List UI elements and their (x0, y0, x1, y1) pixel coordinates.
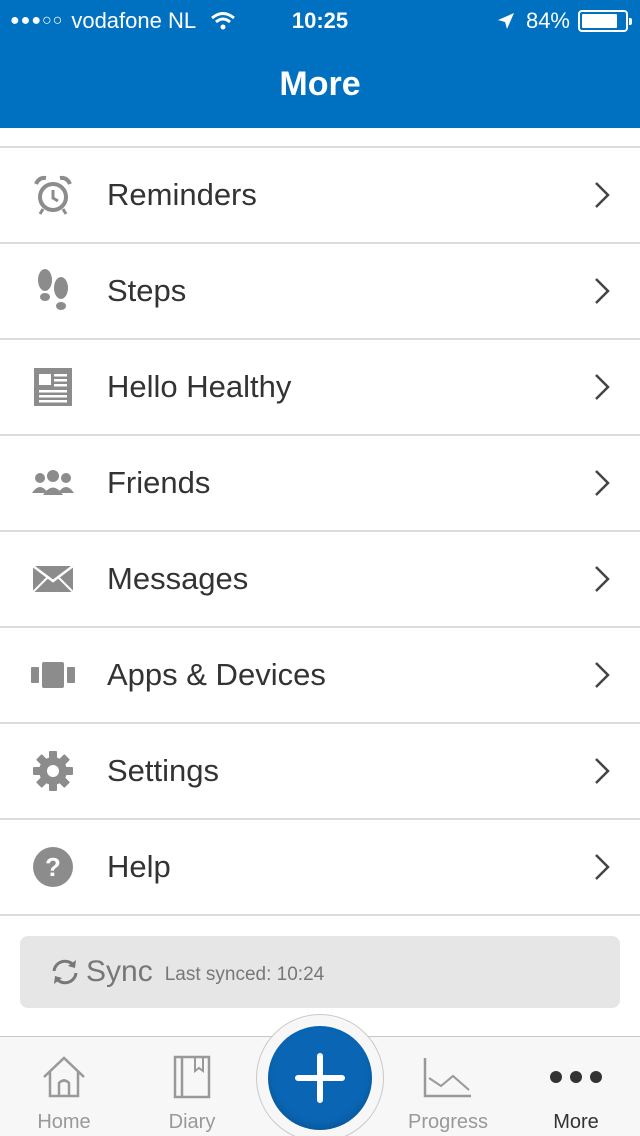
battery-icon (578, 10, 632, 32)
chevron-right-icon (595, 566, 610, 592)
gear-icon (30, 750, 76, 792)
tab-label: Diary (168, 1111, 216, 1133)
alarm-clock-icon (30, 174, 76, 216)
status-right: 84% (496, 8, 632, 34)
progress-chart-icon (384, 1053, 512, 1101)
newspaper-icon (30, 366, 76, 408)
tab-diary[interactable]: Diary (128, 1037, 256, 1136)
menu-item-settings[interactable]: Settings (0, 724, 640, 820)
more-dots-icon (512, 1053, 640, 1101)
menu-item-label: Apps & Devices (107, 657, 326, 692)
chevron-right-icon (595, 374, 610, 400)
chevron-right-icon (595, 182, 610, 208)
tab-label: More (553, 1111, 599, 1133)
last-synced-text: Last synced: 10:24 (164, 964, 325, 985)
footprints-icon (30, 269, 76, 312)
devices-icon (30, 654, 76, 696)
tab-home[interactable]: Home (0, 1037, 128, 1136)
tab-label: Progress (407, 1111, 489, 1133)
friends-icon (30, 462, 76, 504)
page-title: More (0, 40, 640, 128)
menu-item-help[interactable]: ? Help (0, 820, 640, 916)
tab-progress[interactable]: Progress (384, 1037, 512, 1136)
help-icon: ? (30, 846, 76, 888)
add-button[interactable] (268, 1026, 372, 1130)
menu-item-label: Help (107, 849, 171, 884)
envelope-icon (30, 558, 76, 600)
chevron-right-icon (595, 278, 610, 304)
menu-item-label: Messages (107, 561, 249, 596)
chevron-right-icon (595, 854, 610, 880)
battery-percentage: 84% (525, 8, 570, 33)
svg-text:?: ? (45, 852, 61, 882)
menu-item-messages[interactable]: Messages (0, 532, 640, 628)
chevron-right-icon (595, 470, 610, 496)
tab-more[interactable]: More (512, 1037, 640, 1136)
menu-item-friends[interactable]: Friends (0, 436, 640, 532)
sync-label: Sync (86, 955, 153, 988)
diary-icon (128, 1053, 256, 1101)
chevron-right-icon (595, 758, 610, 784)
tab-label: Home (37, 1111, 91, 1133)
menu-item-label: Hello Healthy (107, 369, 292, 404)
sync-button[interactable]: Sync Last synced: 10:24 (20, 936, 620, 1008)
menu-item-label: Settings (107, 753, 220, 788)
chevron-right-icon (595, 662, 610, 688)
plus-icon (295, 1053, 345, 1103)
status-bar: ●●●○○ vodafone NL 10:25 84% (0, 0, 640, 40)
menu-item-label: Friends (107, 465, 211, 500)
menu-item-hello-healthy[interactable]: Hello Healthy (0, 340, 640, 436)
more-menu-list: Reminders Steps Hello Healthy Friends Me… (0, 146, 640, 916)
sync-icon (52, 959, 78, 985)
home-icon (0, 1053, 128, 1101)
menu-item-reminders[interactable]: Reminders (0, 148, 640, 244)
menu-item-steps[interactable]: Steps (0, 244, 640, 340)
menu-item-label: Steps (107, 273, 187, 308)
menu-item-apps-devices[interactable]: Apps & Devices (0, 628, 640, 724)
menu-item-label: Reminders (107, 177, 257, 212)
location-arrow-icon (497, 13, 514, 29)
